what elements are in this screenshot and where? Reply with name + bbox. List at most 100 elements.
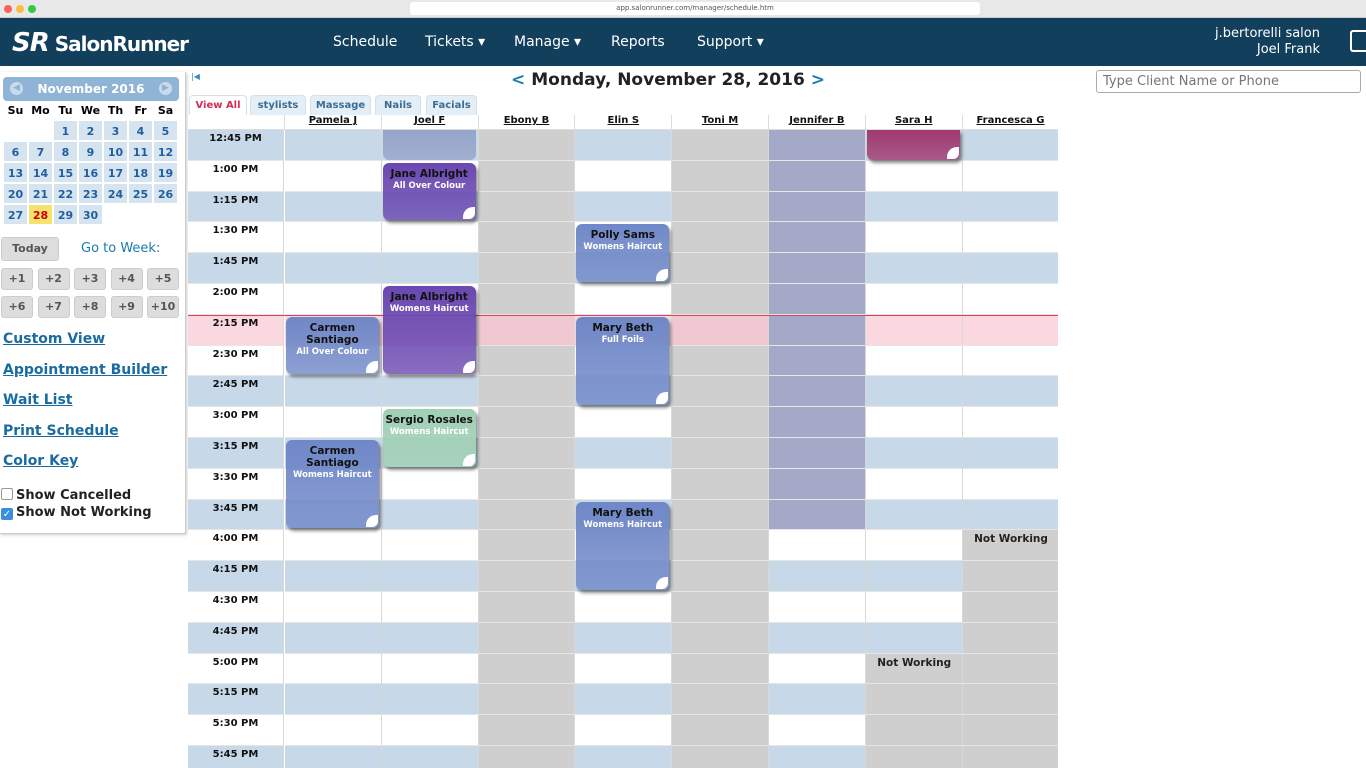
time-slot-cell[interactable] bbox=[962, 715, 1058, 746]
appointment-block[interactable]: Carmen Santiago All Over Colour bbox=[286, 316, 379, 375]
address-bar[interactable]: app.salonrunner.com/manager/schedule.htm bbox=[410, 2, 980, 15]
time-slot-cell[interactable] bbox=[478, 314, 576, 346]
calendar-day[interactable]: 16 bbox=[78, 162, 103, 183]
time-slot-cell[interactable] bbox=[865, 284, 963, 315]
calendar-day[interactable]: 5 bbox=[153, 120, 178, 141]
time-slot-cell[interactable] bbox=[575, 284, 673, 315]
time-slot-cell[interactable] bbox=[672, 345, 769, 377]
week-button[interactable]: +5 bbox=[147, 268, 179, 290]
time-slot-cell[interactable] bbox=[962, 191, 1058, 223]
time-slot-cell[interactable] bbox=[865, 438, 963, 469]
calendar-day[interactable]: 14 bbox=[28, 162, 53, 183]
time-slot-cell[interactable] bbox=[575, 191, 673, 223]
resize-handle-icon[interactable] bbox=[365, 515, 378, 528]
time-slot-cell[interactable] bbox=[962, 253, 1058, 284]
close-window-icon[interactable] bbox=[4, 5, 12, 13]
time-slot-cell[interactable] bbox=[575, 684, 673, 716]
time-slot-cell[interactable] bbox=[962, 407, 1058, 438]
calendar-day[interactable]: 7 bbox=[28, 141, 53, 162]
calendar-day[interactable]: 8 bbox=[53, 141, 78, 162]
time-slot-cell[interactable] bbox=[962, 314, 1058, 346]
time-slot-cell[interactable] bbox=[381, 622, 479, 654]
calendar-day[interactable]: 23 bbox=[78, 183, 103, 204]
time-slot-cell[interactable] bbox=[865, 253, 963, 284]
time-slot-cell[interactable] bbox=[672, 468, 769, 500]
time-slot-cell[interactable] bbox=[672, 715, 769, 746]
sidebar-link-custom-view[interactable]: Custom View bbox=[3, 331, 105, 347]
resize-handle-icon[interactable] bbox=[462, 361, 475, 374]
time-slot-cell[interactable] bbox=[478, 622, 576, 654]
tab-facials[interactable]: Facials bbox=[426, 95, 477, 116]
time-slot-cell[interactable] bbox=[769, 345, 866, 377]
time-slot-cell[interactable] bbox=[478, 468, 576, 500]
time-slot-cell[interactable] bbox=[769, 314, 866, 346]
time-slot-cell[interactable] bbox=[672, 746, 769, 768]
time-slot-cell[interactable] bbox=[285, 407, 382, 438]
time-slot-cell[interactable] bbox=[962, 592, 1058, 623]
time-slot-cell[interactable] bbox=[769, 253, 866, 284]
salonrunner-logo[interactable]: SR SalonRunner bbox=[12, 28, 189, 58]
time-slot-cell[interactable] bbox=[381, 653, 479, 685]
time-slot-cell[interactable] bbox=[478, 407, 576, 438]
sidebar-link-wait-list[interactable]: Wait List bbox=[3, 392, 73, 408]
time-slot-cell[interactable] bbox=[478, 222, 576, 254]
time-slot-cell[interactable] bbox=[865, 561, 963, 592]
client-search-input[interactable] bbox=[1096, 70, 1361, 93]
time-slot-cell[interactable] bbox=[962, 684, 1058, 716]
time-slot-cell[interactable] bbox=[478, 130, 576, 161]
week-button[interactable]: +7 bbox=[37, 296, 70, 318]
time-slot-cell[interactable] bbox=[672, 284, 769, 315]
calendar-day[interactable]: 24 bbox=[103, 183, 128, 204]
time-slot-cell[interactable] bbox=[865, 746, 963, 768]
time-slot-cell[interactable] bbox=[478, 499, 576, 531]
calendar-day[interactable]: 12 bbox=[153, 141, 178, 162]
time-slot-cell[interactable] bbox=[285, 253, 382, 284]
time-slot-cell[interactable] bbox=[381, 499, 479, 531]
calendar-day[interactable]: 2 bbox=[78, 120, 103, 141]
time-slot-cell[interactable] bbox=[285, 284, 382, 315]
time-slot-cell[interactable] bbox=[285, 746, 382, 768]
appointment-block[interactable]: Mary Beth Full Foils bbox=[576, 316, 670, 406]
time-slot-cell[interactable] bbox=[381, 592, 479, 623]
resize-handle-icon[interactable] bbox=[656, 576, 669, 589]
time-slot-cell[interactable] bbox=[478, 160, 576, 192]
time-slot-cell[interactable] bbox=[478, 284, 576, 315]
time-slot-cell[interactable] bbox=[865, 222, 963, 254]
time-slot-cell[interactable] bbox=[478, 191, 576, 223]
week-button[interactable]: +4 bbox=[110, 268, 143, 290]
time-slot-cell[interactable] bbox=[285, 592, 382, 623]
calendar-day[interactable]: 13 bbox=[3, 162, 28, 183]
time-slot-cell[interactable] bbox=[478, 746, 576, 768]
stylist-column-header[interactable]: Joel F bbox=[381, 115, 479, 130]
calendar-day[interactable]: 25 bbox=[128, 183, 153, 204]
time-slot-cell[interactable] bbox=[865, 715, 963, 746]
time-slot-cell[interactable] bbox=[381, 253, 479, 284]
time-slot-cell[interactable] bbox=[769, 222, 866, 254]
minimize-window-icon[interactable] bbox=[16, 5, 24, 13]
appointment-block[interactable]: Jane Albright Womens Haircut bbox=[382, 286, 476, 375]
sidebar-link-print-schedule[interactable]: Print Schedule bbox=[3, 423, 119, 439]
time-slot-cell[interactable] bbox=[575, 130, 673, 161]
calendar-day[interactable]: 18 bbox=[128, 162, 153, 183]
appointment-block[interactable]: Carmen Santiago Womens Haircut bbox=[286, 440, 379, 529]
time-slot-cell[interactable] bbox=[672, 684, 769, 716]
resize-handle-icon[interactable] bbox=[462, 207, 475, 220]
time-slot-cell[interactable] bbox=[381, 468, 479, 500]
collapse-sidebar-icon[interactable]: |◀ bbox=[191, 72, 200, 81]
time-slot-cell[interactable] bbox=[285, 622, 382, 654]
nav-manage[interactable]: Manage ▾ bbox=[514, 34, 581, 50]
time-slot-cell[interactable] bbox=[962, 345, 1058, 377]
time-slot-cell[interactable] bbox=[575, 622, 673, 654]
time-slot-cell[interactable] bbox=[769, 715, 866, 746]
week-button[interactable]: +6 bbox=[1, 296, 33, 318]
checkbox[interactable]: ✓ bbox=[1, 508, 13, 520]
time-slot-cell[interactable] bbox=[865, 345, 963, 377]
appointment-block[interactable]: Polly Sams Womens Haircut bbox=[576, 224, 670, 282]
time-slot-cell[interactable] bbox=[285, 160, 382, 192]
week-button[interactable]: +3 bbox=[74, 268, 106, 290]
time-slot-cell[interactable] bbox=[769, 530, 866, 562]
time-slot-cell[interactable] bbox=[672, 438, 769, 469]
time-slot-cell[interactable] bbox=[381, 561, 479, 592]
calendar-day[interactable]: 21 bbox=[28, 183, 53, 204]
calendar-day[interactable]: 20 bbox=[3, 183, 28, 204]
